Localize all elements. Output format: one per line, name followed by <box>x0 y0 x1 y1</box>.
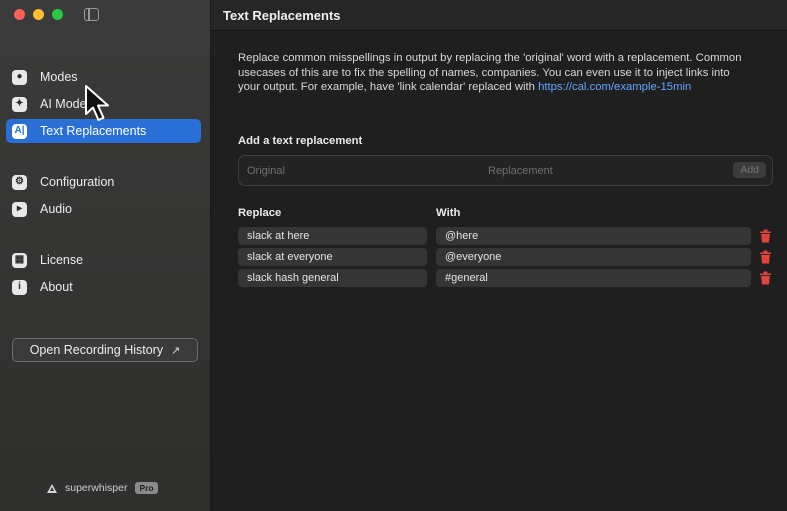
sidebar-item-label: Text Replacements <box>40 124 147 138</box>
with-field[interactable]: @here <box>436 227 751 245</box>
replacement-row: slack hash general #general <box>238 269 778 287</box>
column-header-replace: Replace <box>238 207 282 219</box>
with-field[interactable]: #general <box>436 269 751 287</box>
replace-field[interactable]: slack at here <box>238 227 427 245</box>
zoom-window-button[interactable] <box>52 9 63 20</box>
trash-icon[interactable] <box>759 229 772 243</box>
page-title: Text Replacements <box>223 7 341 23</box>
gear-icon: ⚙ <box>12 174 27 190</box>
minimize-window-button[interactable] <box>33 9 44 20</box>
modes-icon: ● <box>12 69 27 85</box>
sidebar-item-license[interactable]: ▦ License <box>6 248 201 272</box>
replacement-row: slack at here @here <box>238 227 778 245</box>
superwhisper-logo-icon <box>47 483 57 493</box>
pro-badge: Pro <box>135 482 158 494</box>
description: Replace common misspellings in output by… <box>238 51 753 95</box>
speaker-icon: ▸ <box>12 201 27 217</box>
license-icon: ▦ <box>12 252 27 268</box>
app-window: ● Modes ✦ AI Mode A| Text Replacements ⚙… <box>0 0 787 511</box>
sidebar-item-about[interactable]: i About <box>6 275 201 299</box>
trash-icon[interactable] <box>759 250 772 264</box>
sidebar-item-label: License <box>40 253 84 267</box>
ai-mode-icon: ✦ <box>12 96 27 112</box>
original-input[interactable] <box>245 160 479 182</box>
replacement-input[interactable] <box>486 160 730 182</box>
example-link[interactable]: https://cal.com/example-15min <box>538 81 691 93</box>
sidebar-item-label: Audio <box>40 202 72 216</box>
column-header-with: With <box>436 207 461 219</box>
sidebar-item-audio[interactable]: ▸ Audio <box>6 197 201 221</box>
sidebar-toggle-icon[interactable] <box>84 8 99 21</box>
open-recording-history-button[interactable]: Open Recording History ↗ <box>12 338 198 362</box>
close-window-button[interactable] <box>14 9 25 20</box>
sidebar-item-label: Configuration <box>40 175 115 189</box>
sidebar-item-label: AI Mode <box>40 97 87 111</box>
app-name: superwhisper <box>65 482 128 494</box>
info-icon: i <box>12 279 27 295</box>
window-controls <box>14 9 63 20</box>
replace-field[interactable]: slack hash general <box>238 269 427 287</box>
app-brand: superwhisper Pro <box>47 482 158 494</box>
mouse-cursor-icon <box>85 85 109 121</box>
sidebar-item-configuration[interactable]: ⚙ Configuration <box>6 170 201 194</box>
with-field[interactable]: @everyone <box>436 248 751 266</box>
sidebar: ● Modes ✦ AI Mode A| Text Replacements ⚙… <box>0 0 211 511</box>
external-arrow-icon: ↗ <box>171 344 181 357</box>
main-panel: Text Replacements Replace common misspel… <box>211 0 787 511</box>
sidebar-item-label: About <box>40 280 73 294</box>
add-replacement-form: Add <box>238 155 773 186</box>
sidebar-item-label: Modes <box>40 70 78 84</box>
history-button-label: Open Recording History <box>29 343 164 357</box>
add-button[interactable]: Add <box>733 162 766 178</box>
text-replacements-icon: A| <box>12 123 27 139</box>
titlebar: Text Replacements <box>211 0 787 31</box>
replace-field[interactable]: slack at everyone <box>238 248 427 266</box>
replacement-row: slack at everyone @everyone <box>238 248 778 266</box>
trash-icon[interactable] <box>759 271 772 285</box>
add-replacement-label: Add a text replacement <box>238 135 363 147</box>
